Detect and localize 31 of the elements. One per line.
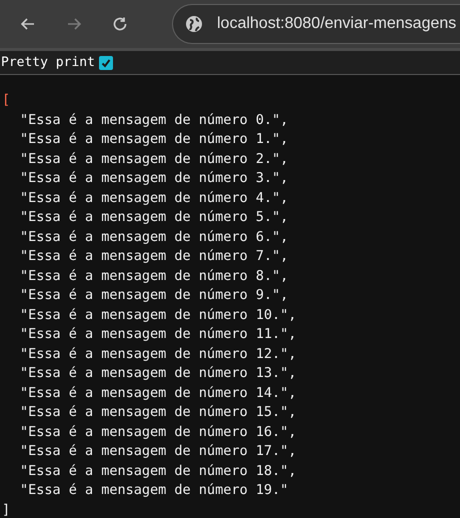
open-bracket: [ <box>2 91 10 110</box>
url-text: localhost:8080/enviar-mensagens <box>217 14 456 34</box>
json-string-line: "Essa é a mensagem de número 18.", <box>20 462 296 480</box>
globe-icon <box>185 15 203 33</box>
json-string-line: "Essa é a mensagem de número 16.", <box>20 422 296 442</box>
address-bar[interactable]: localhost:8080/enviar-mensagens <box>172 4 460 44</box>
json-string-line: "Essa é a mensagem de número 5.", <box>20 208 288 227</box>
json-string-line: "Essa é a mensagem de número 10.", <box>20 306 296 324</box>
json-string-line: "Essa é a mensagem de número 15.", <box>20 403 296 422</box>
pretty-print-checkbox[interactable] <box>98 56 113 70</box>
json-string-line: "Essa é a mensagem de número 9.", <box>20 286 288 305</box>
json-string-line: "Essa é a mensagem de número 4.", <box>20 188 288 208</box>
json-string-line: "Essa é a mensagem de número 19." <box>20 481 288 500</box>
json-string-line: "Essa é a mensagem de número 2.", <box>20 150 288 168</box>
back-icon <box>20 16 36 32</box>
pretty-print-label: Pretty print <box>1 54 95 72</box>
json-string-line: "Essa é a mensagem de número 13.", <box>20 364 296 383</box>
json-string-line: "Essa é a mensagem de número 12.", <box>20 344 296 364</box>
json-string-line: "Essa é a mensagem de número 11.", <box>20 325 296 344</box>
reload-icon <box>112 16 128 32</box>
checkmark-icon <box>100 58 111 68</box>
json-string-line: "Essa é a mensagem de número 6.", <box>20 228 288 246</box>
forward-icon <box>66 16 82 32</box>
json-string-line: "Essa é a mensagem de número 8.", <box>20 266 288 286</box>
json-string-line: "Essa é a mensagem de número 14.", <box>20 384 296 402</box>
json-string-line: "Essa é a mensagem de número 1.", <box>20 130 288 149</box>
close-bracket: ] <box>2 500 10 518</box>
json-string-line: "Essa é a mensagem de número 17.", <box>20 442 296 461</box>
json-string-line: "Essa é a mensagem de número 3.", <box>20 169 288 188</box>
json-string-line: "Essa é a mensagem de número 0.", <box>20 110 288 130</box>
json-string-line: "Essa é a mensagem de número 7.", <box>20 247 288 266</box>
